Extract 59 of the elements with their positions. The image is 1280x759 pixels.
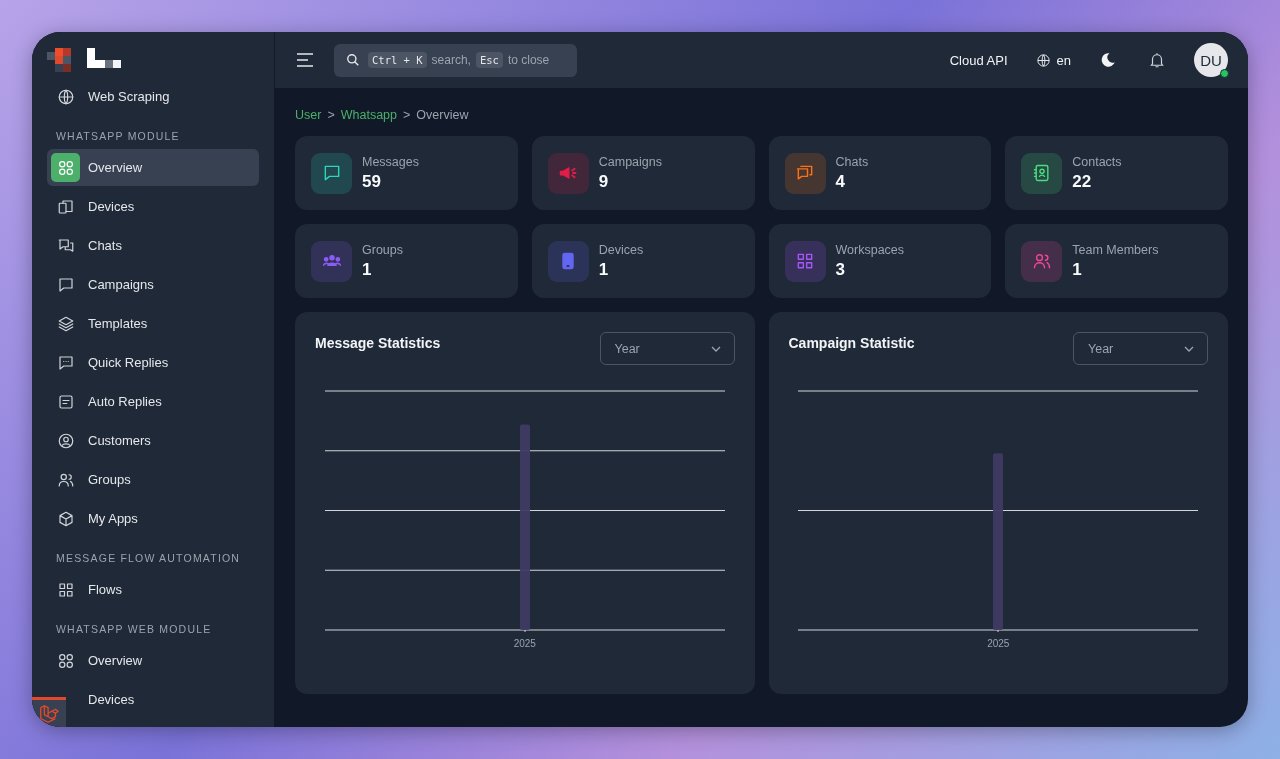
circles-icon xyxy=(51,153,80,182)
globe-icon xyxy=(1035,52,1051,68)
sidebar-item[interactable]: Flows xyxy=(47,571,126,608)
sidebar-item[interactable]: Groups xyxy=(47,461,135,498)
sidebar-item[interactable]: Templates xyxy=(47,305,152,342)
search-icon xyxy=(346,53,360,67)
sidebar-item[interactable]: Customers xyxy=(47,422,155,459)
stat-value: 4 xyxy=(835,171,846,192)
stat-label: Chats xyxy=(835,154,869,169)
stat-value: 1 xyxy=(362,259,373,280)
axis-label: 2025 xyxy=(987,638,1010,649)
bell-icon[interactable] xyxy=(1148,51,1166,69)
sidebar-item[interactable]: Overview xyxy=(47,642,147,679)
section-heading: MESSAGE FLOW AUTOMATION xyxy=(55,551,242,566)
chart-title: Campaign Statistic xyxy=(788,335,915,351)
breadcrumb-link[interactable]: Whatsapp xyxy=(340,108,397,122)
stat-value: 3 xyxy=(835,259,846,280)
sidebar-item[interactable]: Devices xyxy=(47,188,139,225)
section-heading: WHATSAPP MODULE xyxy=(55,129,181,144)
framework-logo-icon xyxy=(32,697,66,727)
stat-label: Workspaces xyxy=(835,242,905,257)
stat-value: 1 xyxy=(1072,259,1083,280)
breadcrumb-separator: > xyxy=(403,108,411,122)
stat-label: Groups xyxy=(362,242,403,257)
key-hint: Ctrl + K xyxy=(368,52,427,68)
sidebar-item[interactable]: Web Scraping xyxy=(47,78,174,115)
breadcrumb-link[interactable]: User xyxy=(295,108,322,122)
user-avatar[interactable]: DU xyxy=(1194,43,1228,77)
stat-value: 59 xyxy=(362,171,382,192)
breadcrumb-current: Overview xyxy=(416,108,469,122)
search-hint: to close xyxy=(507,53,550,67)
stat-label: Devices xyxy=(598,242,644,257)
stat-label: Messages xyxy=(362,154,419,169)
sidebar-item[interactable]: Devices xyxy=(70,681,139,718)
menu-icon[interactable] xyxy=(296,53,314,67)
stat-value: 1 xyxy=(598,259,610,280)
breadcrumb-separator: > xyxy=(327,108,335,122)
period-dropdown[interactable]: Year xyxy=(1073,332,1208,365)
period-dropdown[interactable]: Year xyxy=(599,332,735,365)
api-link[interactable]: Cloud API xyxy=(949,52,1008,68)
sidebar-item[interactable]: My Apps xyxy=(47,500,142,537)
sidebar-item[interactable]: Auto Replies xyxy=(47,383,166,420)
sidebar-item[interactable]: Chats xyxy=(47,227,126,264)
sidebar-item[interactable]: Quick Replies xyxy=(47,344,173,381)
stat-label: Campaigns xyxy=(598,154,662,169)
stat-value: 9 xyxy=(598,171,610,192)
stat-label: Team Members xyxy=(1072,242,1159,257)
language-button[interactable]: en xyxy=(1035,52,1071,68)
search-button[interactable]: Ctrl + K search, Esc to close xyxy=(334,43,577,77)
chart-title: Message Statistics xyxy=(315,335,441,351)
search-hint: search, xyxy=(431,53,471,67)
stat-label: Contacts xyxy=(1072,154,1122,169)
section-heading: WHATSAPP WEB MODULE xyxy=(55,622,213,637)
stat-value: 22 xyxy=(1072,171,1093,192)
axis-label: 2025 xyxy=(513,638,536,649)
sidebar-item[interactable]: Campaigns xyxy=(47,266,158,303)
moon-icon[interactable] xyxy=(1099,51,1117,69)
sidebar-item[interactable]: Overview xyxy=(47,149,259,186)
key-hint: Esc xyxy=(475,52,503,68)
